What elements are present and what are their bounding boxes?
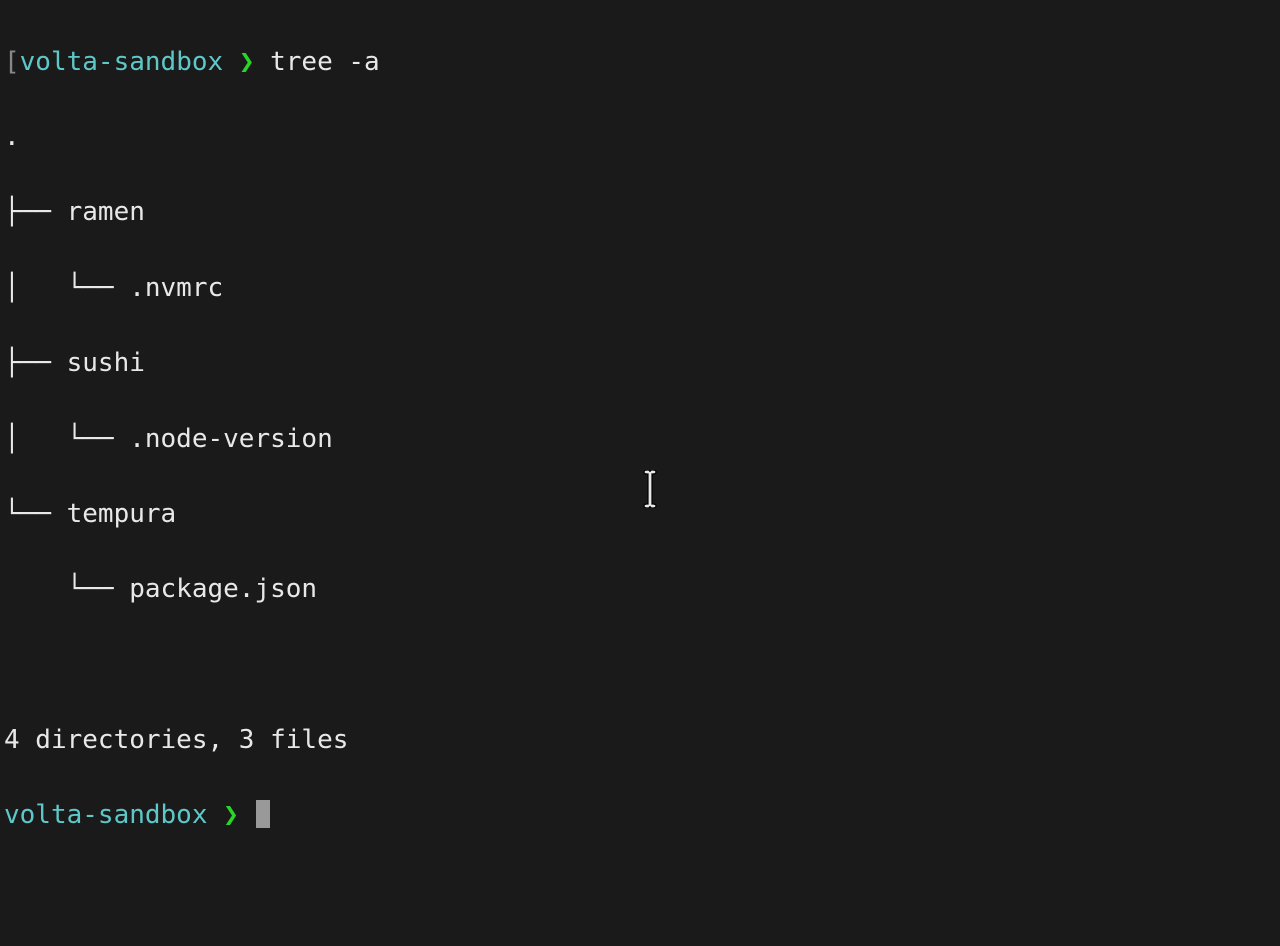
tree-dir-ramen: ├── ramen — [4, 194, 1276, 232]
tree-dir-tempura: └── tempura — [4, 496, 1276, 534]
tree-file-node-version: │ └── .node-version — [4, 421, 1276, 459]
command-text: tree -a — [270, 47, 380, 77]
tree-root: . — [4, 119, 1276, 157]
terminal-cursor — [256, 800, 270, 828]
tree-dir-sushi: ├── sushi — [4, 345, 1276, 383]
prompt-directory: volta-sandbox — [20, 47, 224, 77]
terminal-output[interactable]: [volta-sandbox ❯ tree -a . ├── ramen │ └… — [4, 6, 1276, 873]
command-line-1: [volta-sandbox ❯ tree -a — [4, 44, 1276, 82]
command-line-2[interactable]: volta-sandbox ❯ — [4, 797, 1276, 835]
tree-summary: 4 directories, 3 files — [4, 722, 1276, 760]
prompt-symbol-2: ❯ — [223, 800, 239, 830]
tree-file-package-json: └── package.json — [4, 571, 1276, 609]
prompt-symbol: ❯ — [239, 47, 255, 77]
bracket-open: [ — [4, 47, 20, 77]
blank-line — [4, 647, 1276, 685]
prompt-directory-2: volta-sandbox — [4, 800, 208, 830]
tree-file-nvmrc: │ └── .nvmrc — [4, 270, 1276, 308]
